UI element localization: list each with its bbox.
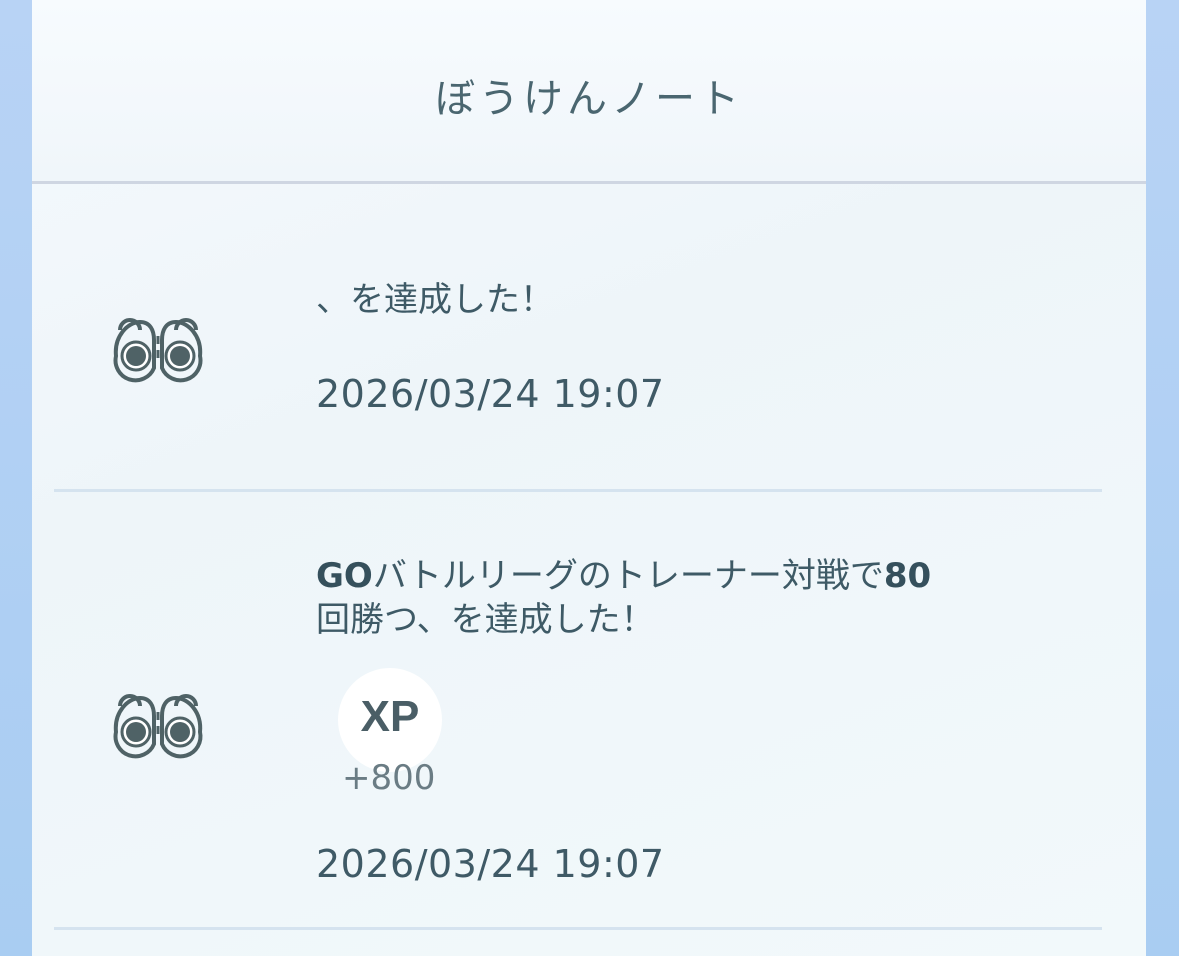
- entry-date: 2026/03/24 19:07: [316, 372, 665, 416]
- adventure-log-panel: ぼうけんノート 、を達成した！ 2026/03/24 19:07 GOバトルリー…: [32, 0, 1146, 956]
- xp-reward-badge: XP: [338, 668, 442, 772]
- divider: [54, 927, 1102, 930]
- entry-description: GOバトルリーグのトレーナー対戦で80 回勝つ、を達成した！: [316, 554, 1096, 642]
- binoculars-icon: [106, 672, 210, 768]
- entry-text: バトルリーグのトレーナー対戦で: [372, 556, 884, 596]
- divider: [54, 489, 1102, 492]
- entry-text-bold: 80: [883, 556, 932, 596]
- xp-amount: +800: [342, 758, 436, 798]
- entry-date: 2026/03/24 19:07: [316, 842, 665, 886]
- entry-text-bold: GO: [316, 556, 373, 596]
- header: ぼうけんノート: [32, 0, 1146, 184]
- binoculars-icon: [106, 296, 210, 392]
- page-title: ぼうけんノート: [435, 76, 743, 122]
- entry-description: 、を達成した！: [316, 280, 554, 320]
- entry-text: 回勝つ、を達成した！: [316, 600, 655, 640]
- xp-label: XP: [360, 692, 420, 741]
